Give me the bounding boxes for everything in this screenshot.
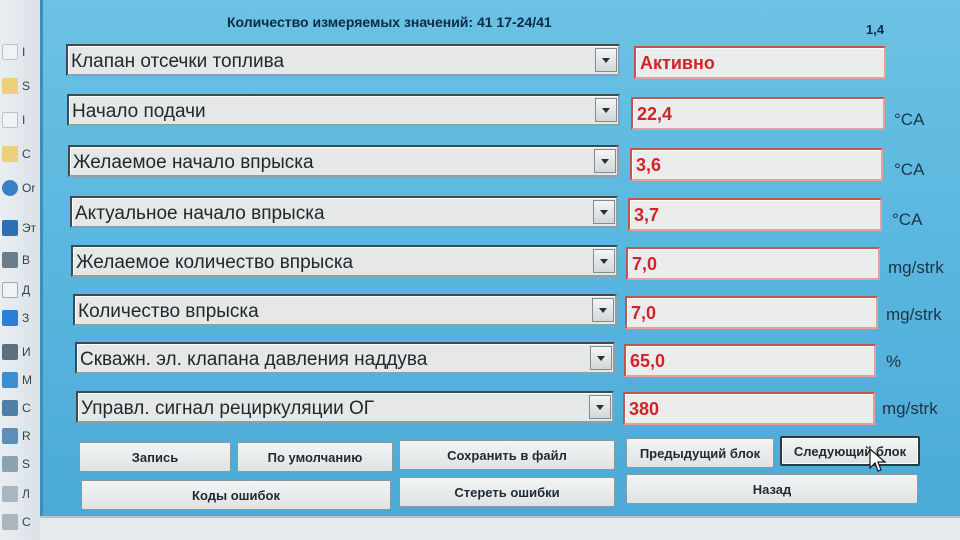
param-value: 3,6	[636, 155, 662, 175]
param-label: Желаемое количество впрыска	[76, 252, 354, 273]
drive-icon	[2, 456, 18, 472]
record-button[interactable]: Запись	[79, 442, 231, 472]
param-unit: mg/strk	[886, 305, 942, 324]
video-icon	[2, 252, 18, 268]
chevron-down-icon[interactable]	[593, 249, 615, 273]
param-label: Актуальное начало впрыска	[75, 203, 325, 224]
drive-icon	[2, 428, 18, 444]
param-unit: °CA	[892, 210, 923, 229]
chevron-down-icon[interactable]	[592, 298, 614, 322]
mouse-cursor-icon	[869, 448, 887, 472]
param-label: Желаемое начало впрыска	[73, 152, 314, 173]
param-select-desired-injection-qty[interactable]: Желаемое количество впрыска	[71, 245, 618, 277]
chevron-down-icon[interactable]	[594, 149, 616, 173]
param-select-fuel-cutoff[interactable]: Клапан отсечки топлива	[66, 44, 620, 76]
image-icon	[2, 344, 18, 360]
download-icon	[2, 310, 18, 326]
cloud-icon	[2, 180, 18, 196]
param-value-box: 3,6	[630, 148, 883, 181]
param-value-box: Активно	[634, 46, 886, 79]
back-button[interactable]: Назад	[626, 474, 918, 504]
chevron-down-icon[interactable]	[593, 200, 615, 224]
param-select-boost-valve-duty[interactable]: Скважн. эл. клапана давления наддува	[75, 342, 615, 374]
param-value: 380	[629, 399, 660, 419]
file-icon	[2, 112, 18, 128]
defaults-button[interactable]: По умолчанию	[237, 442, 393, 472]
window-bottom-bar	[40, 516, 960, 540]
next-block-button[interactable]: Следующий блок	[780, 436, 920, 466]
chevron-down-icon[interactable]	[589, 395, 611, 419]
param-value-box: 65,0	[624, 344, 876, 377]
param-select-delivery-start[interactable]: Начало подачи	[67, 94, 620, 126]
folder-icon	[2, 78, 18, 94]
param-label: Скважн. эл. клапана давления наддува	[80, 349, 428, 370]
param-label: Начало подачи	[72, 101, 206, 122]
param-value-box: 7,0	[625, 296, 878, 329]
param-value-box: 380	[623, 392, 875, 425]
corner-label: 1,4	[866, 22, 885, 37]
previous-block-button[interactable]: Предыдущий блок	[626, 438, 774, 468]
param-label: Клапан отсечки топлива	[71, 51, 285, 72]
param-value: 65,0	[630, 351, 666, 371]
chevron-down-icon[interactable]	[590, 346, 612, 370]
param-unit: °CA	[894, 160, 925, 179]
param-label: Количество впрыска	[78, 301, 259, 322]
param-value-box: 3,7	[628, 198, 882, 231]
clear-errors-button[interactable]: Стереть ошибки	[399, 477, 615, 507]
param-unit: %	[886, 352, 902, 371]
file-icon	[2, 44, 18, 60]
desktop-icon	[2, 400, 18, 416]
chevron-down-icon[interactable]	[595, 48, 617, 72]
param-value: 7,0	[631, 303, 657, 323]
param-value: 22,4	[637, 104, 673, 124]
music-icon	[2, 372, 18, 388]
param-select-injection-qty[interactable]: Количество впрыска	[73, 294, 617, 326]
param-value: 7,0	[632, 254, 658, 274]
save-to-file-button[interactable]: Сохранить в файл	[399, 440, 615, 470]
param-label: Управл. сигнал рециркуляции ОГ	[81, 398, 375, 419]
drive-icon	[2, 486, 18, 502]
folder-icon	[2, 146, 18, 162]
chevron-down-icon[interactable]	[595, 98, 617, 122]
param-value-box: 7,0	[626, 247, 880, 280]
param-unit: °CA	[894, 110, 925, 129]
drive-icon	[2, 514, 18, 530]
param-select-actual-injection-start[interactable]: Актуальное начало впрыска	[70, 196, 618, 228]
param-value: 3,7	[634, 205, 660, 225]
param-value: Активно	[640, 53, 715, 73]
computer-icon	[2, 220, 18, 236]
param-select-egr-control-signal[interactable]: Управл. сигнал рециркуляции ОГ	[76, 391, 614, 423]
measured-values-title: Количество измеряемых значений: 41 17-24…	[227, 14, 552, 30]
param-unit: mg/strk	[888, 258, 944, 277]
error-codes-button[interactable]: Коды ошибок	[81, 480, 391, 510]
param-value-box: 22,4	[631, 97, 885, 130]
param-unit: mg/strk	[882, 399, 938, 418]
document-icon	[2, 282, 18, 298]
param-select-desired-injection-start[interactable]: Желаемое начало впрыска	[68, 145, 619, 177]
